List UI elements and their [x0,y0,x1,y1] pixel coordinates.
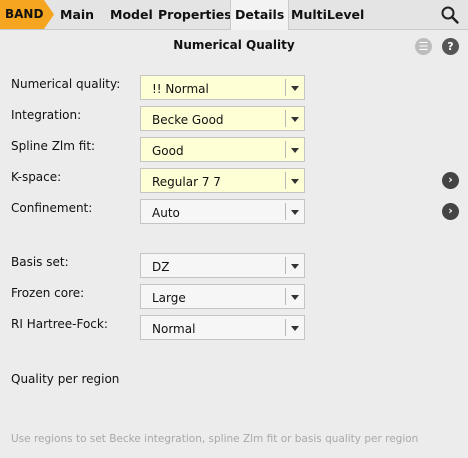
frozen-core-value: Large [152,291,186,305]
k-space-value: Regular 7 7 [152,175,221,189]
basis-set-select[interactable]: DZ [140,253,305,278]
combo-divider [285,319,286,336]
chevron-down-icon [291,326,299,331]
help-icon[interactable]: ? [442,38,459,55]
combo-divider [285,257,286,274]
ri-hartree-fock-label: RI Hartree-Fock: [11,317,108,331]
combo-divider [285,110,286,127]
integration-label: Integration: [11,108,82,122]
basis-set-value: DZ [152,260,170,274]
chevron-down-icon [291,210,299,215]
chevron-down-icon [291,148,299,153]
tab-details[interactable]: Details [230,0,290,30]
combo-divider [285,203,286,220]
combo-divider [285,79,286,96]
tab-model[interactable]: Model [106,0,157,29]
spline-zlm-fit-label: Spline Zlm fit: [11,139,96,153]
numerical-quality-value: !! Normal [152,82,209,96]
quality-per-region-label: Quality per region [11,372,120,386]
hint-text: Use regions to set Becke integration, sp… [11,433,419,445]
ri-hartree-fock-select[interactable]: Normal [140,315,305,340]
k-space-label: K-space: [11,170,62,184]
frozen-core-label: Frozen core: [11,286,85,300]
spline-zlm-fit-select[interactable]: Good [140,137,305,162]
confinement-label: Confinement: [11,201,93,215]
search-icon[interactable] [440,5,460,25]
k-space-details-icon[interactable]: › [442,172,459,189]
confinement-value: Auto [152,206,180,220]
k-space-select[interactable]: Regular 7 7 [140,168,305,193]
tab-bar: BAND Main Model Properties Details Multi… [0,0,468,30]
tab-properties[interactable]: Properties [154,0,236,29]
chevron-down-icon [291,86,299,91]
basis-set-label: Basis set: [11,255,69,269]
chevron-down-icon [291,264,299,269]
confinement-select[interactable]: Auto [140,199,305,224]
frozen-core-select[interactable]: Large [140,284,305,309]
numerical-quality-select[interactable]: !! Normal [140,75,305,100]
ri-hartree-fock-value: Normal [152,322,196,336]
tab-multilevel[interactable]: MultiLevel [287,0,368,29]
combo-divider [285,141,286,158]
menu-icon[interactable]: ☰ [415,38,432,55]
chevron-down-icon [291,179,299,184]
tab-main[interactable]: Main [56,0,98,29]
spline-zlm-fit-value: Good [152,144,184,158]
tab-band[interactable]: BAND [0,0,54,29]
numerical-quality-label: Numerical quality: [11,77,121,91]
chevron-down-icon [291,295,299,300]
combo-divider [285,172,286,189]
integration-select[interactable]: Becke Good [140,106,305,131]
integration-value: Becke Good [152,113,224,127]
panel-title: Numerical Quality [173,38,295,52]
chevron-down-icon [291,117,299,122]
confinement-details-icon[interactable]: › [442,203,459,220]
combo-divider [285,288,286,305]
